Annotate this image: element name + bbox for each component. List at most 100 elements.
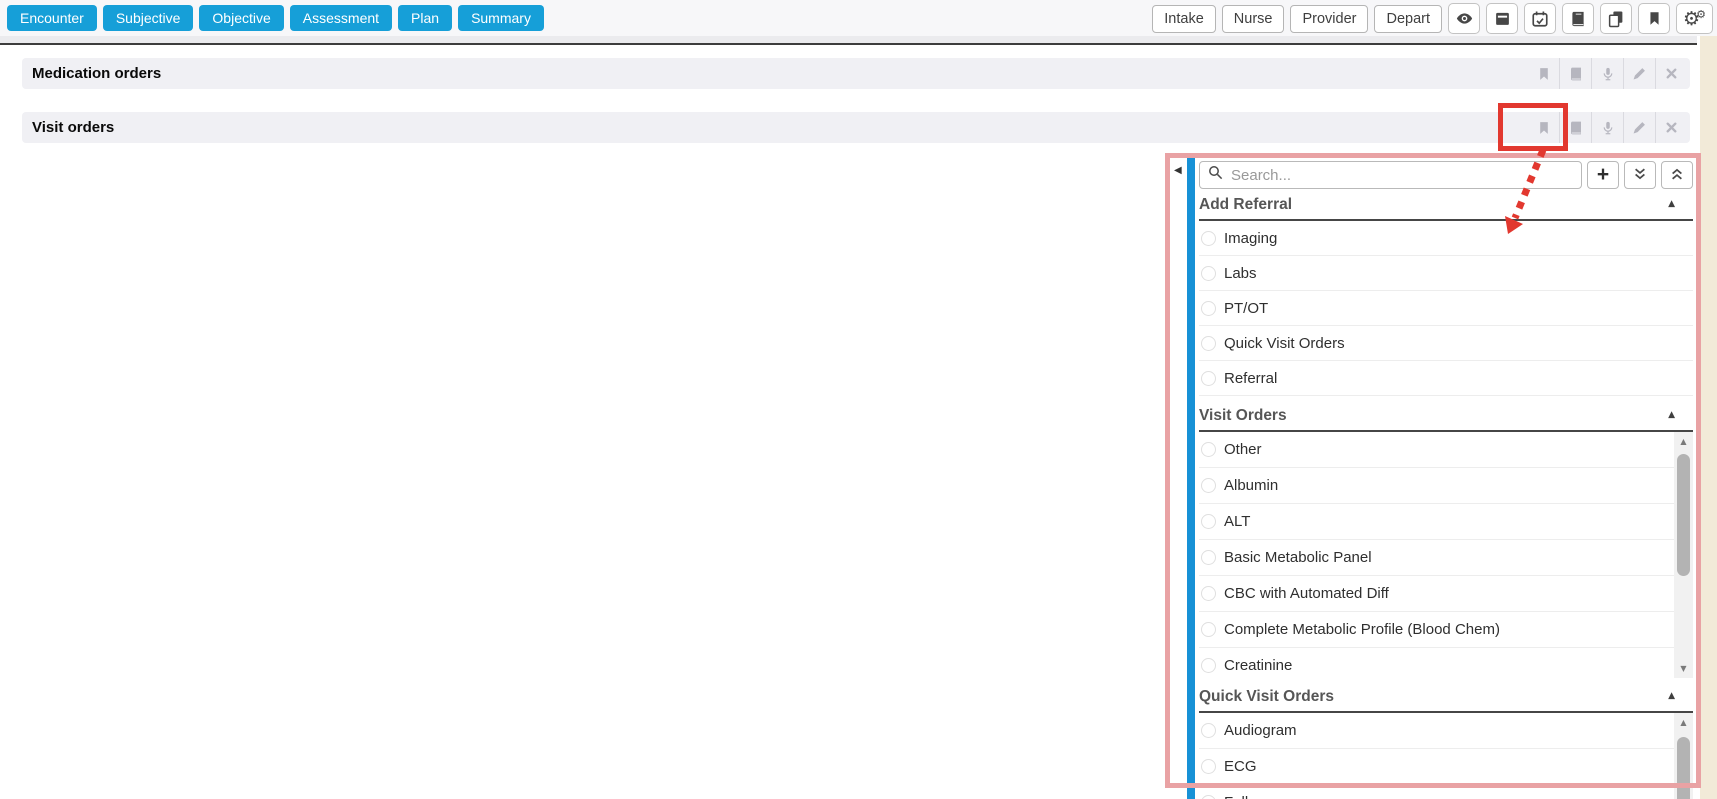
collapse-caret-icon[interactable]: ▲ bbox=[1668, 691, 1675, 701]
radio-circle[interactable] bbox=[1201, 759, 1216, 774]
settings-button[interactable]: ⚙ ⚙ bbox=[1676, 3, 1713, 34]
scroll-up-icon[interactable]: ▲ bbox=[1674, 718, 1693, 727]
panel-accent-bar bbox=[1187, 158, 1195, 799]
list-item[interactable]: Other bbox=[1199, 432, 1693, 468]
list-item-label: Albumin bbox=[1224, 477, 1278, 494]
tab-summary[interactable]: Summary bbox=[458, 5, 544, 31]
list-item[interactable]: Quick Visit Orders bbox=[1199, 326, 1693, 361]
depart-button[interactable]: Depart bbox=[1374, 5, 1442, 33]
list-item-label: ALT bbox=[1224, 513, 1250, 530]
bookmark-button[interactable] bbox=[1638, 3, 1670, 34]
search-box[interactable] bbox=[1199, 161, 1582, 189]
radio-circle[interactable] bbox=[1201, 478, 1216, 493]
group-header-add-referral[interactable]: Add Referral ▲ bbox=[1199, 194, 1693, 221]
list-item[interactable]: Complete Metabolic Profile (Blood Chem) bbox=[1199, 612, 1693, 648]
search-icon bbox=[1208, 165, 1223, 185]
list-item-label: Labs bbox=[1224, 265, 1257, 282]
eye-button[interactable] bbox=[1448, 3, 1480, 34]
section-title: Medication orders bbox=[32, 58, 161, 89]
microphone-icon[interactable] bbox=[1591, 58, 1623, 89]
radio-circle[interactable] bbox=[1201, 514, 1216, 529]
bookmark-icon bbox=[1647, 10, 1662, 27]
bookmark-icon[interactable] bbox=[1528, 58, 1559, 89]
radio-circle[interactable] bbox=[1201, 723, 1216, 738]
list-item[interactable]: Audiogram bbox=[1199, 713, 1693, 749]
list-item-label: Quick Visit Orders bbox=[1224, 335, 1345, 352]
radio-circle[interactable] bbox=[1201, 622, 1216, 637]
group-header-visit-orders[interactable]: Visit Orders ▲ bbox=[1199, 405, 1693, 432]
add-order-button[interactable]: + bbox=[1587, 161, 1619, 189]
radio-circle[interactable] bbox=[1201, 231, 1216, 246]
group-title: Visit Orders bbox=[1199, 407, 1287, 425]
section-bar-visit-orders[interactable]: Visit orders bbox=[22, 112, 1690, 143]
list-item[interactable]: Labs bbox=[1199, 256, 1693, 291]
list-item[interactable]: ECG bbox=[1199, 749, 1693, 785]
radio-circle[interactable] bbox=[1201, 586, 1216, 601]
page-edge-strip bbox=[1700, 36, 1717, 799]
plus-icon: + bbox=[1597, 164, 1609, 185]
collapse-all-button[interactable] bbox=[1624, 161, 1656, 189]
radio-circle[interactable] bbox=[1201, 336, 1216, 351]
radio-circle[interactable] bbox=[1201, 266, 1216, 281]
list-item[interactable]: Referral bbox=[1199, 361, 1693, 396]
scrollbar-thumb[interactable] bbox=[1677, 737, 1690, 799]
nurse-button[interactable]: Nurse bbox=[1222, 5, 1285, 33]
radio-circle[interactable] bbox=[1201, 795, 1216, 799]
scrollbar[interactable]: ▲ bbox=[1674, 713, 1693, 799]
list-item[interactable]: Albumin bbox=[1199, 468, 1693, 504]
book-icon[interactable] bbox=[1559, 112, 1591, 143]
collapse-caret-icon[interactable]: ▲ bbox=[1668, 410, 1675, 420]
list-item[interactable]: Imaging bbox=[1199, 221, 1693, 256]
book-icon[interactable] bbox=[1559, 58, 1591, 89]
archive-button[interactable] bbox=[1486, 3, 1518, 34]
copy-pages-icon bbox=[1607, 10, 1625, 28]
intake-button[interactable]: Intake bbox=[1152, 5, 1216, 33]
orders-dropdown-panel: ◀ + Add Referral ▲ Imaging Labs PT/OT bbox=[1170, 158, 1695, 799]
expand-all-button[interactable] bbox=[1661, 161, 1693, 189]
pencil-icon[interactable] bbox=[1623, 58, 1655, 89]
list-item[interactable]: Creatinine bbox=[1199, 648, 1693, 678]
provider-button[interactable]: Provider bbox=[1290, 5, 1368, 33]
collapse-caret-icon[interactable]: ▲ bbox=[1668, 199, 1675, 209]
scroll-down-icon[interactable]: ▼ bbox=[1674, 664, 1693, 673]
list-item-label: ECG bbox=[1224, 758, 1257, 775]
list-item-label: Imaging bbox=[1224, 230, 1277, 247]
group-list-add-referral: Imaging Labs PT/OT Quick Visit Orders Re… bbox=[1199, 221, 1693, 396]
copy-button[interactable] bbox=[1600, 3, 1632, 34]
list-item[interactable]: Follow up bbox=[1199, 785, 1693, 799]
tab-encounter[interactable]: Encounter bbox=[7, 5, 97, 31]
radio-circle[interactable] bbox=[1201, 371, 1216, 386]
close-icon[interactable] bbox=[1655, 58, 1687, 89]
group-title: Add Referral bbox=[1199, 196, 1292, 214]
radio-circle[interactable] bbox=[1201, 550, 1216, 565]
list-item-label: Other bbox=[1224, 441, 1262, 458]
list-item-label: Follow up bbox=[1224, 794, 1288, 799]
bookmark-icon[interactable] bbox=[1528, 112, 1559, 143]
microphone-icon[interactable] bbox=[1591, 112, 1623, 143]
list-item[interactable]: Basic Metabolic Panel bbox=[1199, 540, 1693, 576]
list-item[interactable]: CBC with Automated Diff bbox=[1199, 576, 1693, 612]
search-input[interactable] bbox=[1229, 166, 1573, 185]
tab-objective[interactable]: Objective bbox=[199, 5, 283, 31]
toolbar-right-group: Intake Nurse Provider Depart bbox=[1152, 2, 1713, 35]
radio-circle[interactable] bbox=[1201, 658, 1216, 673]
scroll-up-icon[interactable]: ▲ bbox=[1674, 437, 1693, 446]
section-actions bbox=[1528, 112, 1687, 143]
tab-plan[interactable]: Plan bbox=[398, 5, 452, 31]
collapse-left-icon[interactable]: ◀ bbox=[1174, 165, 1182, 176]
pencil-icon[interactable] bbox=[1623, 112, 1655, 143]
radio-circle[interactable] bbox=[1201, 301, 1216, 316]
list-item-label: PT/OT bbox=[1224, 300, 1268, 317]
radio-circle[interactable] bbox=[1201, 442, 1216, 457]
section-bar-medication-orders[interactable]: Medication orders bbox=[22, 58, 1690, 89]
tab-assessment[interactable]: Assessment bbox=[290, 5, 392, 31]
scrollbar[interactable]: ▲ ▼ bbox=[1674, 432, 1693, 678]
list-item[interactable]: ALT bbox=[1199, 504, 1693, 540]
tab-subjective[interactable]: Subjective bbox=[103, 5, 194, 31]
book-button[interactable] bbox=[1562, 3, 1594, 34]
list-item[interactable]: PT/OT bbox=[1199, 291, 1693, 326]
group-header-quick-visit-orders[interactable]: Quick Visit Orders ▲ bbox=[1199, 686, 1693, 713]
calendar-button[interactable] bbox=[1524, 3, 1556, 34]
scrollbar-thumb[interactable] bbox=[1677, 454, 1690, 576]
close-icon[interactable] bbox=[1655, 112, 1687, 143]
